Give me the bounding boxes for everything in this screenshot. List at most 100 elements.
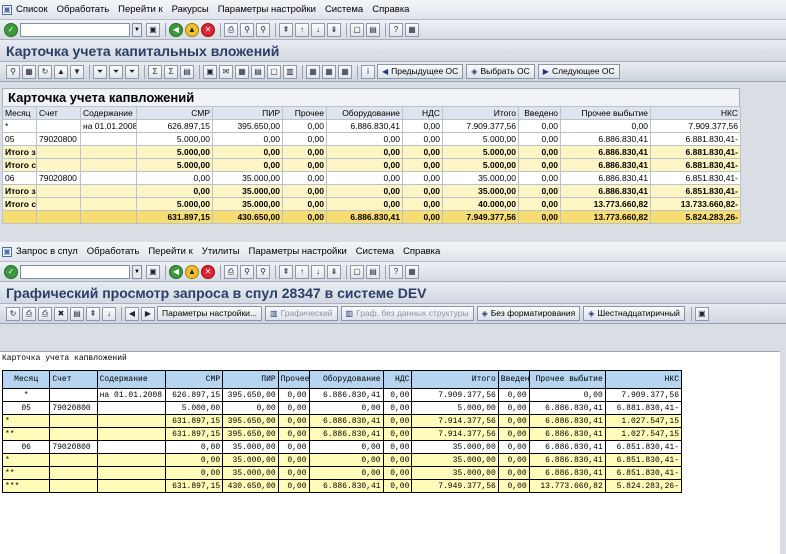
menu-item[interactable]: Обработать [57, 4, 110, 15]
first-page-icon[interactable]: ⇞ [279, 264, 293, 279]
system-menu-icon[interactable]: ▣ [2, 4, 12, 15]
chevron-down-icon[interactable]: ▼ [132, 264, 142, 279]
find-icon[interactable]: ⚲ [240, 22, 254, 37]
shortcut-icon[interactable]: ▤ [366, 264, 380, 279]
column-header[interactable]: Оборудование [326, 106, 403, 120]
table-row[interactable]: Итого за месяц0,0035.000,000,000,000,003… [2, 184, 741, 198]
hex-button[interactable]: ◈ Шестнадцатиричный [583, 306, 685, 321]
next-page-icon[interactable]: ↓ [311, 22, 325, 37]
window-icon[interactable]: ▣ [694, 306, 709, 321]
table-row[interactable]: 06 79020800 0,00 35.000,00 0,00 0,00 0,00 35.00… [2, 171, 741, 185]
menu-item[interactable]: Параметры настройки [249, 246, 347, 257]
print-icon[interactable]: ⎙ [224, 22, 238, 37]
help-icon[interactable]: ? [389, 264, 403, 279]
column-header[interactable]: Прочее [282, 106, 327, 120]
layout-icon[interactable]: ▦ [405, 264, 419, 279]
filter-icon[interactable]: ⏷ [93, 64, 107, 79]
new-session-icon[interactable]: ▢ [350, 264, 364, 279]
command-field[interactable] [20, 264, 130, 279]
cancel-icon[interactable]: ✕ [201, 264, 215, 279]
attributes-icon[interactable]: ▤ [70, 306, 84, 321]
prev-icon[interactable]: ◀ [125, 306, 139, 321]
table-row[interactable]: * на 01.01.2008 626.897,15 395.650,00 0,00 6.… [2, 119, 741, 133]
find-next-icon[interactable]: ⚲ [256, 22, 270, 37]
cancel-icon[interactable]: ✕ [201, 22, 215, 37]
local-file-icon[interactable]: ▢ [267, 64, 281, 79]
enter-icon[interactable]: ✓ [4, 22, 18, 37]
shortcut-icon[interactable]: ▤ [366, 22, 380, 37]
exit-icon[interactable]: ▲ [185, 22, 199, 37]
menu-item[interactable]: Справка [372, 4, 409, 15]
details-icon[interactable]: ⚲ [6, 64, 20, 79]
back-icon[interactable]: ◀ [169, 22, 183, 37]
menu-item[interactable]: Перейти к [148, 246, 192, 257]
column-header[interactable]: Месяц [2, 106, 37, 120]
column-header[interactable]: Прочее выбытие [560, 106, 651, 120]
find-icon[interactable]: ⚲ [240, 264, 254, 279]
sort-asc-icon[interactable]: ▲ [54, 64, 68, 79]
export-icon[interactable]: ▤ [180, 64, 194, 79]
sort-desc-icon[interactable]: ▼ [70, 64, 84, 79]
prev-page-icon[interactable]: ↑ [295, 22, 309, 37]
prev-asset-button[interactable]: ◀ Предыдущее ОС [377, 64, 464, 79]
find-next-icon[interactable]: ⚲ [256, 264, 270, 279]
grid-icon[interactable]: ▦ [22, 64, 36, 79]
table-row[interactable]: Итого с начала года5.000,0035.000,000,00… [2, 197, 741, 211]
spreadsheet-icon[interactable]: ▦ [235, 64, 249, 79]
column-header[interactable]: Итого [442, 106, 519, 120]
column-header[interactable]: НКС [650, 106, 741, 120]
menu-item[interactable]: Ракурсы [172, 4, 209, 15]
menu-item[interactable]: Список [16, 4, 48, 15]
print-icon[interactable]: ⎙ [22, 306, 36, 321]
column-header[interactable]: Содержание [80, 106, 137, 120]
back-icon[interactable]: ◀ [169, 264, 183, 279]
column-header[interactable]: НДС [402, 106, 443, 120]
last-page-icon[interactable]: ⇟ [327, 22, 341, 37]
graphic-icon[interactable]: ▥ [283, 64, 297, 79]
subtotal-icon[interactable]: Σ [164, 64, 178, 79]
layout-change-icon[interactable]: ▦ [306, 64, 320, 79]
no-format-button[interactable]: ◈ Без форматирования [476, 306, 581, 321]
settings-button[interactable]: Параметры настройки... [157, 306, 262, 321]
exit-icon[interactable]: ▲ [185, 264, 199, 279]
print-direct-icon[interactable]: ⎙ [38, 306, 52, 321]
refresh-icon[interactable]: ↻ [6, 306, 20, 321]
next-asset-button[interactable]: ▶ Следующее ОС [537, 64, 620, 79]
column-header[interactable]: Введено [518, 106, 561, 120]
column-header[interactable]: СМР [136, 106, 213, 120]
menu-item[interactable]: Обработать [87, 246, 140, 257]
save-icon[interactable]: ▣ [146, 22, 160, 37]
next-right-icon[interactable]: ▶ [141, 306, 155, 321]
menu-item[interactable]: Перейти к [118, 4, 162, 15]
menu-item[interactable]: Справка [403, 246, 440, 257]
chevron-down-icon[interactable]: ▼ [132, 22, 142, 37]
refresh-icon[interactable]: ↻ [38, 64, 52, 79]
table-row[interactable]: Итого с начала года5.000,000,000,000,000… [2, 158, 741, 172]
menu-item[interactable]: Система [356, 246, 394, 257]
info-icon[interactable]: i [361, 64, 375, 79]
word-icon[interactable]: ▤ [251, 64, 265, 79]
new-session-icon[interactable]: ▢ [350, 22, 364, 37]
layout-select-icon[interactable]: ▦ [322, 64, 336, 79]
command-field[interactable] [20, 22, 130, 37]
table-row[interactable]: 631.897,15 430.650,00 0,00 6.886.830,41 0,00… [2, 210, 741, 224]
table-row[interactable]: 05 79020800 5.000,00 0,00 0,00 0,00 0,00 5.000,… [2, 132, 741, 146]
graph-no-struct-button[interactable]: ▥ Граф. без данных структуры [340, 306, 474, 321]
print-preview-icon[interactable]: ▣ [203, 64, 217, 79]
menu-item[interactable]: Утилиты [202, 246, 240, 257]
menu-item[interactable]: Запрос в спул [16, 246, 78, 257]
sum-icon[interactable]: Σ [148, 64, 162, 79]
filter-del-icon[interactable]: ⏷ [125, 64, 139, 79]
save-icon[interactable]: ▣ [146, 264, 160, 279]
print-icon[interactable]: ⎙ [224, 264, 238, 279]
system-menu-icon[interactable]: ▣ [2, 246, 12, 257]
menu-item[interactable]: Параметры настройки [218, 4, 316, 15]
delete-icon[interactable]: ✖ [54, 306, 68, 321]
next-icon[interactable]: ↓ [102, 306, 116, 321]
enter-icon[interactable]: ✓ [4, 264, 18, 279]
filter-set-icon[interactable]: ⏷ [109, 64, 123, 79]
select-asset-button[interactable]: ◈ Выбрать ОС [466, 64, 535, 79]
graphic-button[interactable]: ▥ Графический [265, 306, 338, 321]
mail-icon[interactable]: ✉ [219, 64, 233, 79]
column-header[interactable]: Счет [36, 106, 81, 120]
